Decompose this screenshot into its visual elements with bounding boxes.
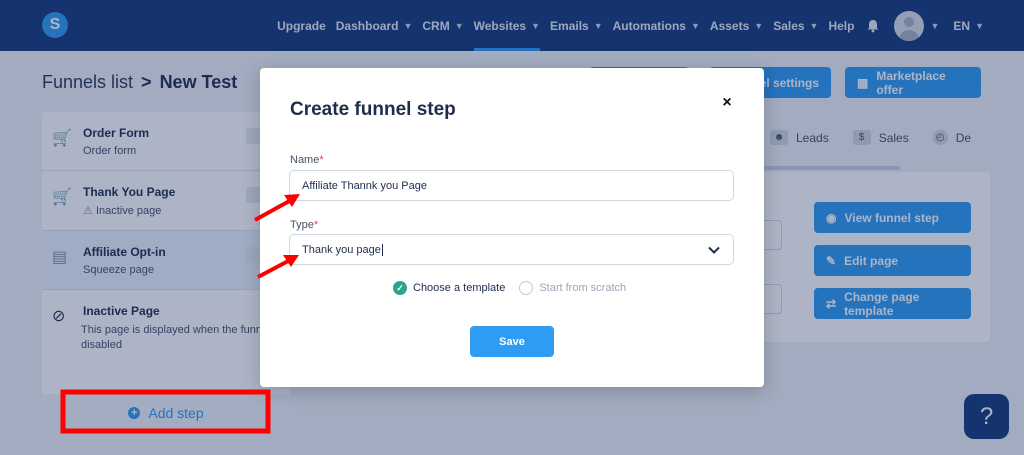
start-from-scratch-radio[interactable]: Start from scratch bbox=[519, 281, 626, 295]
create-funnel-step-modal: Create funnel step × Name* Affiliate Tha… bbox=[260, 68, 764, 387]
name-field[interactable]: Affiliate Thannk you Page bbox=[289, 170, 734, 201]
type-select[interactable]: Thank you page bbox=[289, 234, 734, 265]
save-button[interactable]: Save bbox=[470, 326, 554, 357]
modal-title: Create funnel step bbox=[290, 99, 456, 120]
check-circle-icon: ✓ bbox=[393, 281, 407, 295]
name-label: Name* bbox=[290, 154, 324, 166]
chevron-down-icon bbox=[708, 246, 720, 254]
radio-empty-icon bbox=[519, 281, 534, 295]
template-choice: ✓ Choose a template Start from scratch bbox=[393, 281, 626, 295]
close-icon[interactable]: × bbox=[719, 95, 735, 111]
type-label: Type* bbox=[290, 219, 319, 231]
text-caret bbox=[381, 243, 383, 256]
choose-template-radio[interactable]: ✓ Choose a template bbox=[393, 281, 505, 295]
